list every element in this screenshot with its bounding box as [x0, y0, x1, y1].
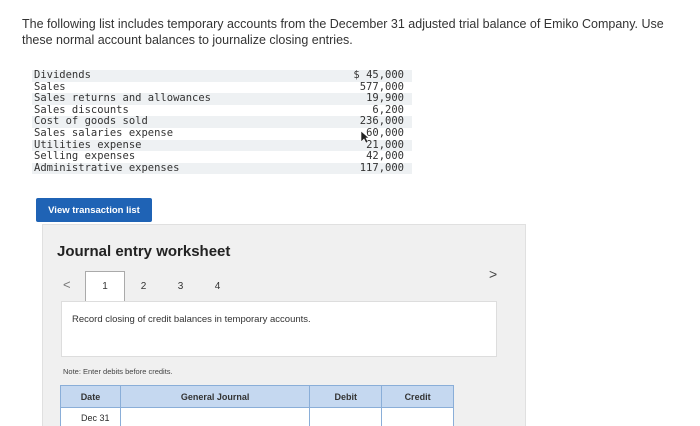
account-amount: $ 45,000: [353, 69, 404, 81]
account-cell[interactable]: [119, 407, 311, 426]
account-row: Dividends $ 45,000: [32, 69, 412, 82]
date-header: Date: [60, 385, 121, 408]
journal-header-row: Date General Journal Debit Credit: [60, 385, 454, 408]
worksheet-title: Journal entry worksheet: [57, 243, 231, 260]
journal-table: Date General Journal Debit Credit Dec 31: [60, 385, 454, 426]
account-amount: 42,000: [366, 150, 404, 163]
prev-arrow-icon[interactable]: <: [63, 277, 71, 292]
credit-cell[interactable]: [381, 407, 454, 426]
tab-3[interactable]: 3: [162, 272, 199, 300]
general-journal-header: General Journal: [119, 385, 311, 408]
mouse-cursor-icon: [360, 130, 370, 144]
table-row: Dec 31: [60, 407, 454, 426]
account-row: Administrative expenses 117,000: [32, 161, 412, 175]
account-amount: 117,000: [359, 161, 404, 174]
account-name: Dividends: [34, 69, 91, 81]
debit-cell[interactable]: [309, 407, 383, 426]
account-row: Selling expenses 42,000: [32, 151, 412, 163]
date-cell: Dec 31: [60, 407, 121, 426]
account-name: Selling expenses: [34, 150, 136, 163]
next-arrow-icon[interactable]: >: [489, 266, 497, 282]
account-amount: 60,000: [366, 126, 404, 139]
account-name: Sales salaries expense: [34, 126, 174, 139]
instructions-text: The following list includes temporary ac…: [22, 17, 664, 47]
tab-1[interactable]: 1: [85, 271, 125, 301]
worksheet-tabs: 1 2 3 4: [85, 271, 236, 301]
trial-balance-list: Dividends $ 45,000 Sales 577,000 Sales r…: [32, 69, 412, 175]
account-row: Sales salaries expense 60,000: [32, 126, 412, 140]
tab-4[interactable]: 4: [199, 272, 236, 300]
tab-2[interactable]: 2: [125, 272, 162, 300]
view-transaction-list-button[interactable]: View transaction list: [36, 198, 152, 222]
account-name: Administrative expenses: [34, 161, 180, 174]
instruction-text: Record closing of credit balances in tem…: [72, 314, 311, 325]
note-text: Note: Enter debits before credits.: [63, 367, 173, 376]
credit-header: Credit: [381, 385, 454, 408]
instruction-panel: Record closing of credit balances in tem…: [61, 301, 497, 357]
debit-header: Debit: [309, 385, 383, 408]
